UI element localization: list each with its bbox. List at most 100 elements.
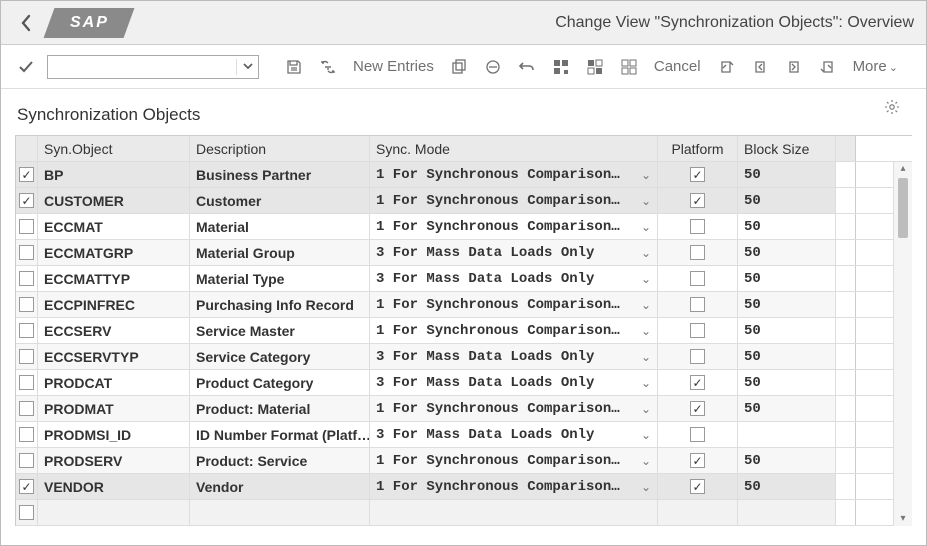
- accept-icon[interactable]: [13, 54, 39, 80]
- sync-mode-select[interactable]: 3 For Mass Data Loads Only⌄: [370, 422, 658, 447]
- sync-mode-select[interactable]: 1 For Synchronous Comparison…⌄: [370, 162, 658, 187]
- row-select-checkbox[interactable]: ✓: [19, 245, 34, 260]
- block-size-cell[interactable]: 50: [738, 474, 836, 499]
- syn-object-cell[interactable]: PRODMSI_ID: [38, 422, 190, 447]
- block-size-cell[interactable]: 50: [738, 448, 836, 473]
- syn-object-cell[interactable]: CUSTOMER: [38, 188, 190, 213]
- block-size-cell[interactable]: 50: [738, 396, 836, 421]
- row-select-checkbox[interactable]: ✓: [19, 219, 34, 234]
- description-cell[interactable]: Business Partner: [190, 162, 370, 187]
- block-size-cell[interactable]: 50: [738, 266, 836, 291]
- command-dropdown-icon[interactable]: [236, 59, 258, 75]
- scroll-up-icon[interactable]: ▴: [894, 162, 912, 176]
- table-row[interactable]: ✓ ECCSERVTYPService Category3 For Mass Da…: [16, 344, 912, 370]
- scroll-down-icon[interactable]: ▾: [894, 512, 912, 526]
- chevron-down-icon[interactable]: ⌄: [641, 272, 651, 286]
- chevron-down-icon[interactable]: ⌄: [641, 168, 651, 182]
- platform-checkbox[interactable]: ✓: [690, 427, 705, 442]
- syn-object-cell[interactable]: ECCMATTYP: [38, 266, 190, 291]
- chevron-down-icon[interactable]: ⌄: [641, 376, 651, 390]
- table-row[interactable]: ✓PRODCATProduct Category3 For Mass Data …: [16, 370, 912, 396]
- sync-mode-select[interactable]: 3 For Mass Data Loads Only⌄: [370, 266, 658, 291]
- row-select-checkbox[interactable]: ✓: [19, 193, 34, 208]
- copy-icon[interactable]: [446, 54, 472, 80]
- sync-mode-select[interactable]: 1 For Synchronous Comparison…⌄: [370, 396, 658, 421]
- description-cell[interactable]: Vendor: [190, 474, 370, 499]
- syn-object-cell[interactable]: ECCMATGRP: [38, 240, 190, 265]
- row-select-checkbox[interactable]: ✓: [19, 453, 34, 468]
- back-button[interactable]: [13, 10, 39, 36]
- block-size-cell[interactable]: 50: [738, 214, 836, 239]
- select-all-icon[interactable]: [548, 54, 574, 80]
- nav-prev-icon[interactable]: [747, 54, 773, 80]
- table-row[interactable]: ✓ECCMATMaterial1 For Synchronous Compari…: [16, 214, 912, 240]
- description-cell[interactable]: Purchasing Info Record: [190, 292, 370, 317]
- chevron-down-icon[interactable]: ⌄: [641, 350, 651, 364]
- syn-object-cell[interactable]: ECCSERVTYP: [38, 344, 190, 369]
- new-entries-button[interactable]: New Entries: [349, 58, 438, 75]
- row-select-checkbox[interactable]: ✓: [19, 375, 34, 390]
- syn-object-cell[interactable]: ECCMAT: [38, 214, 190, 239]
- command-input[interactable]: [48, 56, 236, 78]
- chevron-down-icon[interactable]: ⌄: [641, 402, 651, 416]
- description-cell[interactable]: Material Group: [190, 240, 370, 265]
- col-sync-mode[interactable]: Sync. Mode: [370, 136, 658, 161]
- table-row[interactable]: ✓ PRODMSI_IDID Number Format (Platf…3 For…: [16, 422, 912, 448]
- sync-mode-select[interactable]: 1 For Synchronous Comparison…⌄: [370, 318, 658, 343]
- block-size-cell[interactable]: 50: [738, 188, 836, 213]
- table-row[interactable]: ✓PRODMATProduct: Material1 For Synchrono…: [16, 396, 912, 422]
- table-row[interactable]: ✓ECCSERVService Master1 For Synchronous …: [16, 318, 912, 344]
- row-select-checkbox[interactable]: ✓: [19, 349, 34, 364]
- block-size-cell[interactable]: 50: [738, 344, 836, 369]
- platform-checkbox[interactable]: ✓: [690, 167, 705, 182]
- description-cell[interactable]: ID Number Format (Platf…: [190, 422, 370, 447]
- block-size-cell[interactable]: [738, 422, 836, 447]
- syn-object-cell[interactable]: VENDOR: [38, 474, 190, 499]
- col-block-size[interactable]: Block Size: [738, 136, 836, 161]
- syn-object-cell[interactable]: ECCSERV: [38, 318, 190, 343]
- syn-object-cell[interactable]: ECCPINFREC: [38, 292, 190, 317]
- platform-checkbox[interactable]: ✓: [690, 323, 705, 338]
- sync-mode-select[interactable]: 1 For Synchronous Comparison…⌄: [370, 188, 658, 213]
- sync-mode-select[interactable]: 1 For Synchronous Comparison…⌄: [370, 474, 658, 499]
- block-size-cell[interactable]: 50: [738, 292, 836, 317]
- col-syn-object[interactable]: Syn.Object: [38, 136, 190, 161]
- block-size-cell[interactable]: 50: [738, 240, 836, 265]
- syn-object-cell[interactable]: BP: [38, 162, 190, 187]
- description-cell[interactable]: Service Category: [190, 344, 370, 369]
- description-cell[interactable]: Material Type: [190, 266, 370, 291]
- description-cell[interactable]: Product: Material: [190, 396, 370, 421]
- row-select-checkbox[interactable]: ✓: [19, 323, 34, 338]
- table-row[interactable]: ✓ECCPINFRECPurchasing Info Record1 For S…: [16, 292, 912, 318]
- cancel-button[interactable]: Cancel: [650, 58, 705, 75]
- platform-checkbox[interactable]: ✓: [690, 193, 705, 208]
- description-cell[interactable]: Product: Service: [190, 448, 370, 473]
- table-row[interactable]: ✓ PRODSERVProduct: Service1 For Synchrono…: [16, 448, 912, 474]
- chevron-down-icon[interactable]: ⌄: [641, 324, 651, 338]
- platform-checkbox[interactable]: ✓: [690, 401, 705, 416]
- row-select-checkbox[interactable]: ✓: [19, 297, 34, 312]
- platform-checkbox[interactable]: ✓: [690, 479, 705, 494]
- platform-checkbox[interactable]: ✓: [690, 219, 705, 234]
- platform-checkbox[interactable]: ✓: [690, 245, 705, 260]
- platform-checkbox[interactable]: ✓: [690, 349, 705, 364]
- sync-mode-select[interactable]: 1 For Synchronous Comparison…⌄: [370, 448, 658, 473]
- sync-mode-select[interactable]: 3 For Mass Data Loads Only⌄: [370, 344, 658, 369]
- row-select-checkbox[interactable]: ✓: [19, 271, 34, 286]
- delete-icon[interactable]: [480, 54, 506, 80]
- description-cell[interactable]: Product Category: [190, 370, 370, 395]
- sync-mode-select[interactable]: 1 For Synchronous Comparison…⌄: [370, 214, 658, 239]
- undo-icon[interactable]: [514, 54, 540, 80]
- save-icon[interactable]: [281, 54, 307, 80]
- platform-checkbox[interactable]: ✓: [690, 453, 705, 468]
- chevron-down-icon[interactable]: ⌄: [641, 298, 651, 312]
- deselect-all-icon[interactable]: [616, 54, 642, 80]
- chevron-down-icon[interactable]: ⌄: [641, 194, 651, 208]
- platform-checkbox[interactable]: ✓: [690, 271, 705, 286]
- syn-object-cell[interactable]: PRODSERV: [38, 448, 190, 473]
- nav-next-icon[interactable]: [781, 54, 807, 80]
- row-select-checkbox[interactable]: ✓: [19, 167, 34, 182]
- syn-object-cell[interactable]: PRODCAT: [38, 370, 190, 395]
- table-row[interactable]: ✓: [16, 500, 912, 526]
- table-row[interactable]: ✓CUSTOMERCustomer1 For Synchronous Compa…: [16, 188, 912, 214]
